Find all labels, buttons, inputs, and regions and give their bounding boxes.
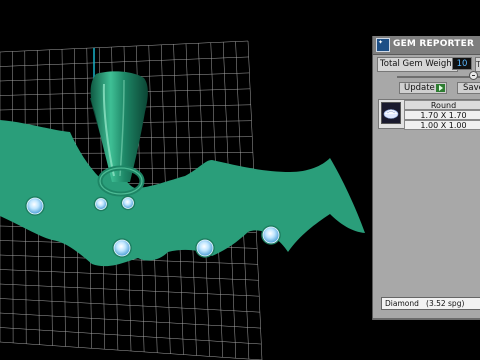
- round-gem: [262, 226, 280, 244]
- gem-size-secondary: 1.00 X 1.00: [404, 120, 480, 130]
- gem-size-primary: 1.70 X 1.70: [404, 110, 480, 120]
- round-gem: [113, 239, 131, 257]
- panel-bottom-edge: [373, 318, 480, 320]
- viewport-canvas: [0, 40, 365, 360]
- round-gem: [26, 197, 44, 215]
- panel-title: GEM REPORTER: [393, 39, 475, 49]
- gem-shape-label: Round: [404, 100, 480, 110]
- update-button[interactable]: Update: [399, 82, 447, 94]
- round-gem: [95, 198, 107, 210]
- gem-reporter-panel: ✦ GEM REPORTER Total Gem Weight 10 T Upd…: [372, 36, 480, 320]
- round-gem: [196, 239, 214, 257]
- save-button[interactable]: Save: [457, 82, 480, 94]
- total-gem-weight-row: Total Gem Weight 10 T: [375, 57, 480, 72]
- bat-pendant-body: [0, 120, 365, 267]
- update-button-label: Update: [404, 83, 435, 93]
- gem-list-item[interactable]: Round 1.70 X 1.70 1.00 X 1.00: [378, 99, 480, 130]
- total-gem-weight-label: Total Gem Weight: [377, 57, 458, 72]
- round-gem-icon: [381, 102, 401, 124]
- panel-title-bar: ✦ GEM REPORTER: [373, 36, 480, 55]
- slider-track[interactable]: [397, 76, 480, 78]
- 3d-viewport[interactable]: [0, 0, 372, 360]
- round-gem: [122, 197, 134, 209]
- app-icon: ✦: [376, 38, 390, 52]
- play-icon: [436, 84, 445, 92]
- weight-unit-button[interactable]: T: [475, 57, 480, 72]
- material-select[interactable]: Diamond (3.52 spg): [381, 297, 480, 310]
- total-gem-weight-field[interactable]: 10: [452, 57, 472, 70]
- slider-knob[interactable]: [469, 71, 478, 80]
